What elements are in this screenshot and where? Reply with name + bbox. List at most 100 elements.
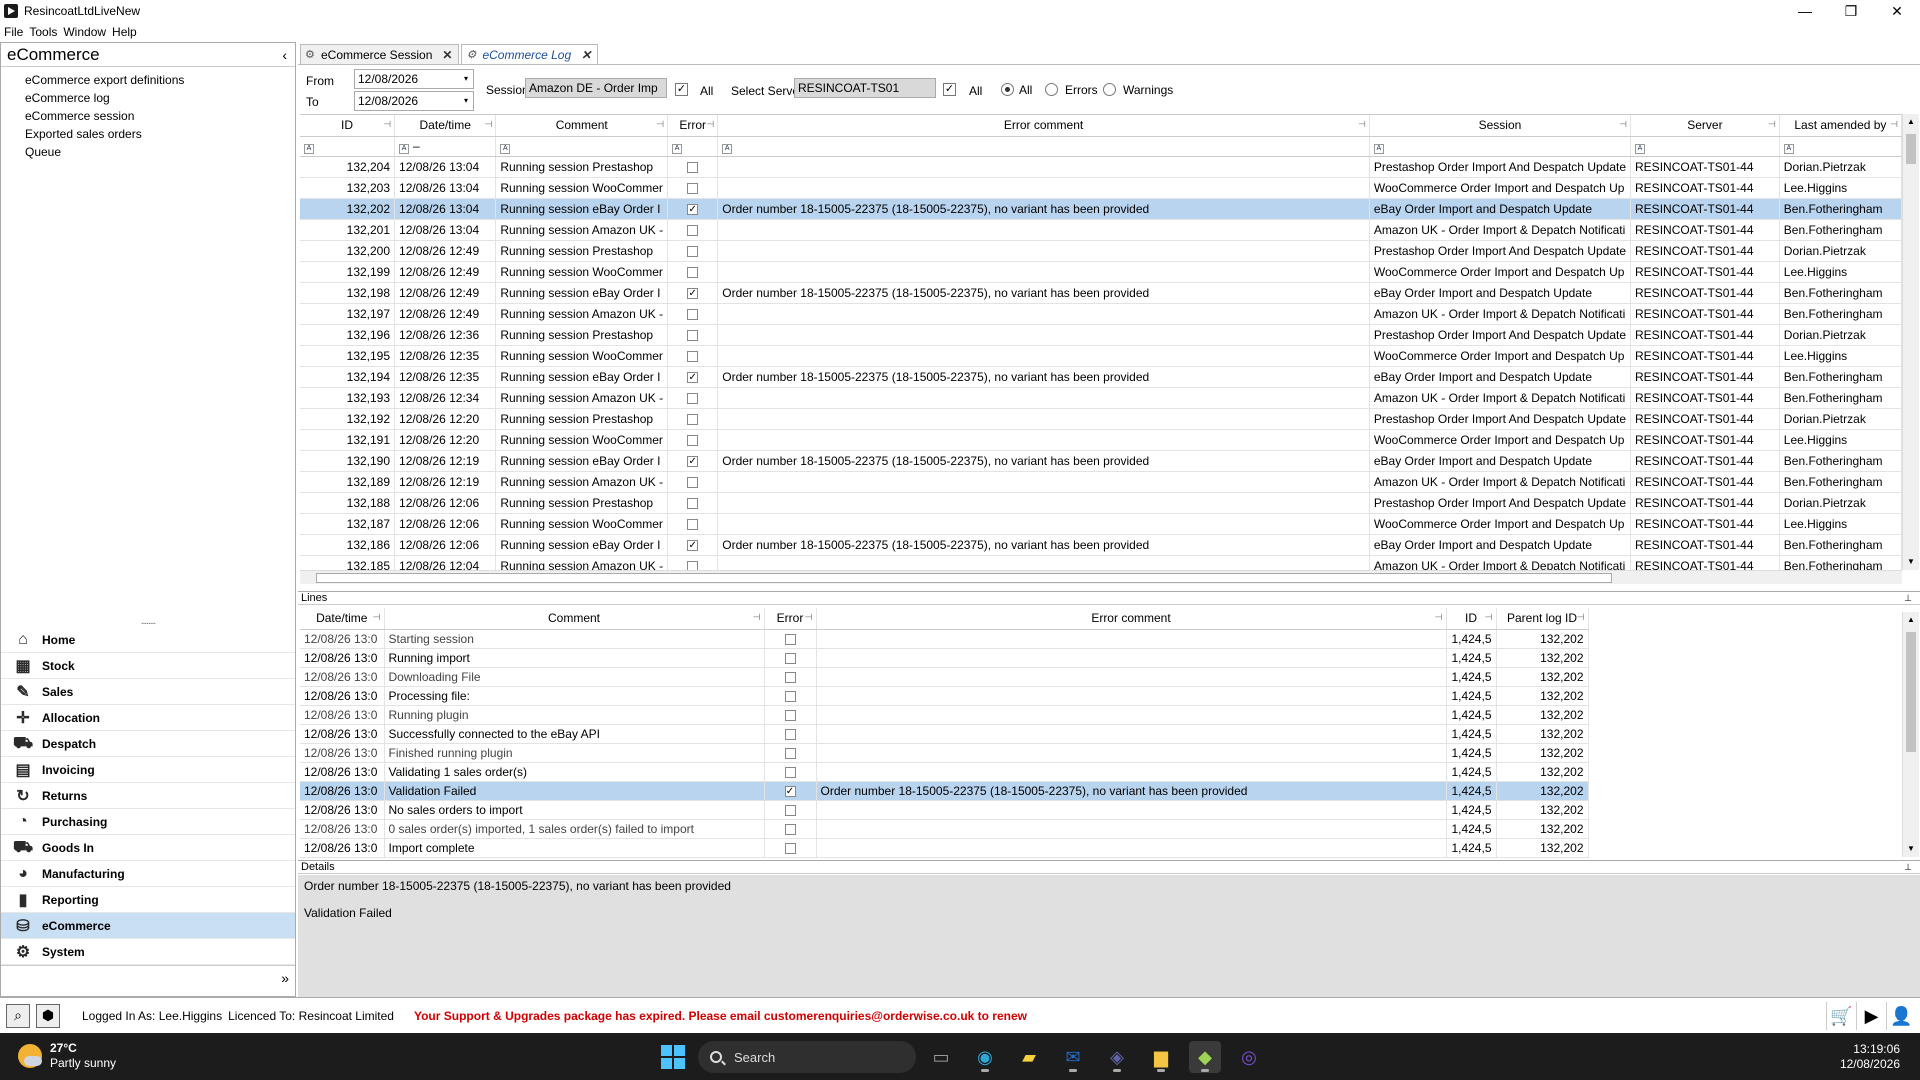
column-pin-icon[interactable]: ⊣ — [1485, 612, 1493, 623]
filter-icon[interactable]: A — [500, 143, 511, 154]
table-row[interactable]: 132,187 12/08/26 12:06 Running session Woo… — [300, 513, 1902, 535]
table-row[interactable]: 132,192 12/08/26 12:20 Running session Pre… — [300, 408, 1902, 430]
error-checkbox[interactable] — [687, 266, 699, 278]
column-header-id[interactable]: ID ⊣ — [1446, 608, 1497, 630]
tab-ecommerce-session[interactable]: ⚙ eCommerce Session ✕ — [300, 44, 460, 64]
taskbar-app-orderwise[interactable]: ◆ — [1189, 1041, 1221, 1073]
table-row[interactable]: 12/08/26 13:0 Processing file: 1,424,5 132,… — [300, 686, 1589, 706]
table-row[interactable]: 132,191 12/08/26 12:20 Running session Woo… — [300, 429, 1902, 451]
error-checkbox[interactable] — [687, 413, 699, 425]
column-pin-icon[interactable]: ⊣ — [805, 612, 813, 623]
table-row[interactable]: 132,198 12/08/26 12:49 Running session eBa… — [300, 282, 1902, 304]
error-checkbox[interactable]: ✓ — [687, 455, 699, 467]
table-row[interactable]: 132,202 12/08/26 13:04 Running session eBa… — [300, 198, 1902, 220]
taskbar-app-other-app[interactable]: ◎ — [1233, 1041, 1265, 1073]
table-row[interactable]: 12/08/26 13:0 Downloading File 1,424,5 132,… — [300, 667, 1589, 687]
play-icon[interactable]: ▶ — [1856, 1002, 1886, 1030]
table-row[interactable]: 132,193 12/08/26 12:34 Running session Ama… — [300, 387, 1902, 409]
close-tab-icon[interactable]: ✕ — [442, 48, 452, 62]
column-pin-icon[interactable]: ⊣ — [1619, 119, 1627, 130]
error-checkbox[interactable] — [687, 350, 699, 362]
module-despatch[interactable]: ⛟ Despatch — [1, 731, 295, 757]
column-pin-icon[interactable]: ⊣ — [1435, 612, 1443, 623]
module-reporting[interactable]: ▮ Reporting — [1, 887, 295, 913]
column-pin-icon[interactable]: ⊣ — [383, 119, 391, 130]
filter-cell[interactable]: A — [667, 136, 719, 157]
table-row[interactable]: 132,200 12/08/26 12:49 Running session Pre… — [300, 240, 1902, 262]
error-checkbox[interactable]: ✓ — [687, 287, 699, 299]
table-row[interactable]: 132,199 12/08/26 12:49 Running session Woo… — [300, 261, 1902, 283]
pin-icon[interactable]: ⊥ — [1904, 592, 1912, 604]
filter-icon[interactable]: A — [1635, 143, 1646, 154]
table-row[interactable]: 132,189 12/08/26 12:19 Running session Ama… — [300, 471, 1902, 493]
error-checkbox[interactable] — [687, 245, 699, 257]
table-row[interactable]: 12/08/26 13:0 Running import 1,424,5 132,20… — [300, 648, 1589, 668]
table-row[interactable]: 12/08/26 13:0 Validation Failed ✓ Order num… — [300, 781, 1589, 801]
table-row[interactable]: 12/08/26 13:0 0 sales order(s) imported, … — [300, 819, 1589, 839]
module-stock[interactable]: ▦ Stock — [1, 653, 295, 679]
module-manufacturing[interactable]: ◕ Manufacturing — [1, 861, 295, 887]
column-header-session[interactable]: Session ⊣ — [1369, 115, 1632, 137]
menu-tools[interactable]: Tools — [28, 25, 62, 39]
start-button[interactable] — [661, 1045, 685, 1069]
hscroll-thumb[interactable] — [316, 573, 1612, 583]
column-pin-icon[interactable]: ⊣ — [373, 612, 381, 623]
taskbar-app-edge[interactable]: ◉ — [969, 1041, 1001, 1073]
pin-icon[interactable]: ⊥ — [1904, 861, 1912, 873]
module-goods-in[interactable]: ⛟ Goods In — [1, 835, 295, 861]
tree-item-exported-sales-orders[interactable]: Exported sales orders — [1, 125, 295, 143]
package-icon[interactable]: ⬢ — [36, 1003, 60, 1028]
column-header-error[interactable]: Error ⊣ — [764, 608, 817, 630]
server-all-checkbox[interactable]: ✓ — [943, 83, 956, 96]
error-checkbox[interactable] — [687, 392, 699, 404]
chevron-down-icon[interactable]: ▾ — [459, 92, 473, 110]
close-tab-icon[interactable]: ✕ — [581, 48, 591, 62]
module-returns[interactable]: ↻ Returns — [1, 783, 295, 809]
scroll-thumb[interactable] — [1906, 134, 1916, 164]
error-checkbox[interactable] — [784, 747, 796, 759]
taskbar-app-outlook[interactable]: ✉ — [1057, 1041, 1089, 1073]
close-window-button[interactable]: ✕ — [1874, 0, 1920, 22]
module-system[interactable]: ⚙ System — [1, 939, 295, 965]
error-checkbox[interactable] — [687, 560, 699, 570]
column-pin-icon[interactable]: ⊣ — [753, 612, 761, 623]
table-row[interactable]: 132,197 12/08/26 12:49 Running session Ama… — [300, 303, 1902, 325]
table-row[interactable]: 132,195 12/08/26 12:35 Running session Woo… — [300, 345, 1902, 367]
filter-cell[interactable]: A — [1369, 136, 1632, 157]
error-checkbox[interactable] — [784, 823, 796, 835]
error-checkbox[interactable] — [784, 804, 796, 816]
column-header-error-comment[interactable]: Error comment ⊣ — [717, 115, 1370, 137]
filter-icon[interactable]: A — [672, 143, 683, 154]
table-row[interactable]: 132,190 12/08/26 12:19 Running session eBa… — [300, 450, 1902, 472]
error-checkbox[interactable] — [687, 497, 699, 509]
tree-item-export-definitions[interactable]: eCommerce export definitions — [1, 71, 295, 89]
more-modules-icon[interactable]: » — [281, 970, 289, 986]
menu-help[interactable]: Help — [111, 25, 142, 39]
scroll-thumb[interactable] — [1906, 632, 1916, 752]
table-row[interactable]: 12/08/26 13:0 Starting session 1,424,5 132,… — [300, 629, 1589, 649]
scroll-up-icon[interactable]: ▲ — [1903, 114, 1919, 130]
to-date-field[interactable]: 12/08/2026 ▾ — [354, 91, 474, 111]
error-checkbox[interactable] — [687, 161, 699, 173]
cart-icon[interactable]: 🛒 — [1826, 1002, 1856, 1030]
user-icon[interactable]: 👤 — [1886, 1002, 1916, 1030]
error-checkbox[interactable] — [687, 476, 699, 488]
table-row[interactable]: 12/08/26 13:0 Validating 1 sales order(s)… — [300, 762, 1589, 782]
pane-splitter[interactable]: ........ — [1, 617, 295, 627]
scroll-up-icon[interactable]: ▲ — [1903, 612, 1919, 628]
table-row[interactable]: 12/08/26 13:0 Finished running plugin 1,42… — [300, 743, 1589, 763]
tree-item-queue[interactable]: Queue — [1, 143, 295, 161]
menu-file[interactable]: File — [3, 25, 28, 39]
column-header-error[interactable]: Error ⊣ — [667, 115, 719, 137]
filter-cell[interactable]: A – — [394, 136, 497, 157]
taskbar-app-teams[interactable]: ◈ — [1101, 1041, 1133, 1073]
table-row[interactable]: 132,196 12/08/26 12:36 Running session Pre… — [300, 324, 1902, 346]
error-checkbox[interactable] — [784, 652, 796, 664]
session-all-checkbox[interactable]: ✓ — [675, 83, 688, 96]
module-home[interactable]: ⌂ Home — [1, 627, 295, 653]
filter-icon[interactable]: A — [399, 143, 410, 154]
filter-icon[interactable]: A — [722, 143, 733, 154]
column-header-comment[interactable]: Comment ⊣ — [384, 608, 765, 630]
tree-item-ecommerce-session[interactable]: eCommerce session — [1, 107, 295, 125]
table-row[interactable]: 132,186 12/08/26 12:06 Running session eBa… — [300, 534, 1902, 556]
